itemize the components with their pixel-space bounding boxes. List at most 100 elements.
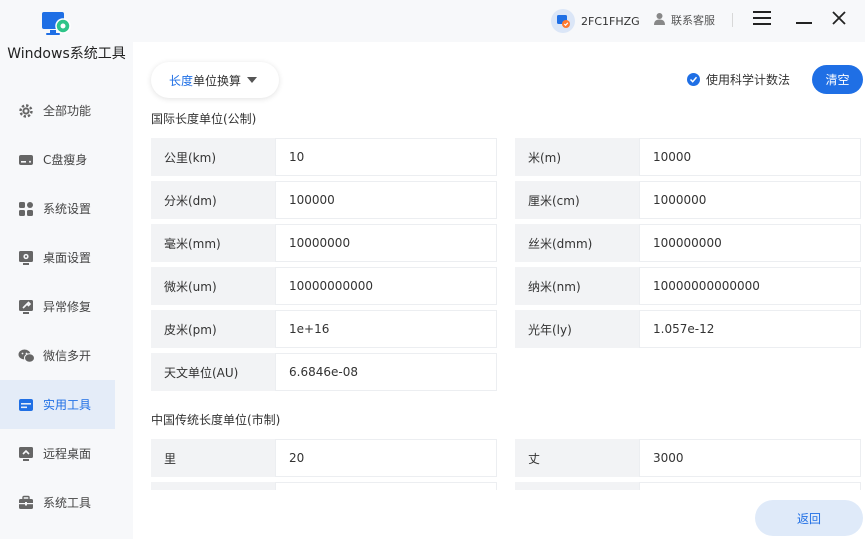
customer-service-icon (653, 12, 666, 28)
unit-label: 厘米(cm) (515, 181, 639, 219)
unit-cell: 里 20 (151, 439, 497, 477)
menu-icon (753, 11, 771, 29)
unit-value-input[interactable]: 10000000 (275, 224, 497, 262)
unit-label (515, 482, 639, 490)
unit-cell: 公里(km) 10 (151, 138, 497, 176)
support-label: 联系客服 (671, 14, 715, 27)
user-id: 2FC1FHZG (581, 14, 640, 28)
vip-user-icon (551, 9, 575, 33)
header-divider (732, 13, 733, 27)
sidebar-item-system-settings[interactable]: 系统设置 (0, 184, 133, 233)
app-title: Windows系统工具 (7, 46, 126, 62)
sidebar-item-all-features[interactable]: 全部功能 (0, 86, 133, 135)
main-panel: 长度 单位换算 使用科学计数法 清空 国际长度单位(公制) 公里(km) 10 … (133, 42, 865, 539)
menu-button[interactable] (751, 10, 773, 30)
sci-notation-checkbox[interactable]: 使用科学计数法 (687, 71, 790, 88)
unit-row-partial (151, 482, 865, 490)
grid-icon (17, 200, 35, 218)
back-button[interactable]: 返回 (755, 500, 863, 536)
unit-label: 纳米(nm) (515, 267, 639, 305)
unit-value-input[interactable]: 6.6846e-08 (275, 353, 497, 391)
sidebar-item-label: 微信多开 (43, 349, 92, 363)
sidebar-item-label: 异常修复 (43, 300, 92, 314)
desktop-gear-icon (17, 249, 35, 267)
unit-value-input[interactable]: 1e+16 (275, 310, 497, 348)
sidebar-item-label: 系统设置 (43, 202, 92, 216)
sidebar-item-label: 全部功能 (43, 104, 92, 118)
unit-cell: 光年(ly) 1.057e-12 (515, 310, 861, 348)
remote-desktop-icon (17, 445, 35, 463)
support-link[interactable]: 联系客服 (653, 12, 715, 28)
caret-down-icon (247, 77, 258, 83)
sidebar-item-error-repair[interactable]: 异常修复 (0, 282, 133, 331)
unit-row: 公里(km) 10 米(m) 10000 (151, 138, 865, 176)
unit-row: 毫米(mm) 10000000 丝米(dmm) 100000000 (151, 224, 865, 262)
unit-label: 天文单位(AU) (151, 353, 275, 391)
gear-icon (17, 102, 35, 120)
unit-label: 微米(um) (151, 267, 275, 305)
unit-label: 光年(ly) (515, 310, 639, 348)
unit-label: 公里(km) (151, 138, 275, 176)
metric-section-title: 国际长度单位(公制) (151, 112, 257, 126)
unit-cell: 纳米(nm) 10000000000000 (515, 267, 861, 305)
unit-cell: 厘米(cm) 1000000 (515, 181, 861, 219)
unit-row: 里 20 丈 3000 (151, 439, 865, 477)
close-icon (832, 11, 846, 29)
unit-row: 皮米(pm) 1e+16 光年(ly) 1.057e-12 (151, 310, 865, 348)
unit-label (151, 482, 275, 490)
unit-row: 分米(dm) 100000 厘米(cm) 1000000 (151, 181, 865, 219)
unit-cell: 丈 3000 (515, 439, 861, 477)
unit-value-input[interactable]: 100000000 (639, 224, 861, 262)
toolbox-icon (17, 494, 35, 512)
drive-icon (17, 151, 35, 169)
unit-label: 丝米(dmm) (515, 224, 639, 262)
unit-value-input[interactable] (639, 482, 861, 490)
unit-cell: 米(m) 10000 (515, 138, 861, 176)
unit-cell: 毫米(mm) 10000000 (151, 224, 497, 262)
unit-value-input[interactable]: 100000 (275, 181, 497, 219)
sidebar-item-wechat-multi[interactable]: 微信多开 (0, 331, 133, 380)
window-icon (17, 396, 35, 414)
unit-value-input[interactable]: 10000 (639, 138, 861, 176)
clear-button[interactable]: 清空 (812, 65, 863, 94)
unit-label: 毫米(mm) (151, 224, 275, 262)
sidebar-item-practical-tools[interactable]: 实用工具 (0, 380, 115, 429)
unit-value-input[interactable]: 10000000000 (275, 267, 497, 305)
sidebar-item-system-tools[interactable]: 系统工具 (0, 478, 133, 527)
sidebar-item-label: C盘瘦身 (43, 153, 88, 167)
unit-cell: 微米(um) 10000000000 (151, 267, 497, 305)
close-button[interactable] (828, 10, 850, 30)
unit-label: 里 (151, 439, 275, 477)
unit-value-input[interactable]: 20 (275, 439, 497, 477)
minimize-button[interactable] (793, 10, 815, 30)
sidebar-item-c-drive-cleanup[interactable]: C盘瘦身 (0, 135, 133, 184)
sidebar-item-label: 实用工具 (43, 398, 92, 412)
sci-notation-label: 使用科学计数法 (706, 73, 791, 87)
unit-label: 米(m) (515, 138, 639, 176)
unit-label: 丈 (515, 439, 639, 477)
unit-cell: 天文单位(AU) 6.6846e-08 (151, 353, 497, 391)
sidebar-item-remote-desktop[interactable]: 远程桌面 (0, 429, 133, 478)
title-bar: 2FC1FHZG 联系客服 (133, 0, 865, 42)
unit-row: 天文单位(AU) 6.6846e-08 (151, 353, 865, 391)
unit-cell: 皮米(pm) 1e+16 (151, 310, 497, 348)
sidebar-item-label: 桌面设置 (43, 251, 92, 265)
unit-cell: 丝米(dmm) 100000000 (515, 224, 861, 262)
user-badge[interactable]: 2FC1FHZG (551, 9, 640, 33)
sidebar-item-label: 远程桌面 (43, 447, 92, 461)
sidebar: Windows系统工具 全部功能 C盘瘦身 系统设置 桌面设置 异常修复 微信多… (0, 0, 133, 539)
unit-value-input[interactable]: 1.057e-12 (639, 310, 861, 348)
unit-cell (151, 482, 497, 490)
unit-value-input[interactable]: 3000 (639, 439, 861, 477)
unit-value-input[interactable]: 10 (275, 138, 497, 176)
unit-label: 皮米(pm) (151, 310, 275, 348)
sidebar-nav: 全部功能 C盘瘦身 系统设置 桌面设置 异常修复 微信多开 实用工具 远程桌面 … (0, 86, 133, 527)
unit-value-input[interactable]: 1000000 (639, 181, 861, 219)
unit-type-dropdown[interactable]: 长度 单位换算 (151, 62, 279, 98)
unit-value-input[interactable]: 10000000000000 (639, 267, 861, 305)
sidebar-item-desktop-settings[interactable]: 桌面设置 (0, 233, 133, 282)
sidebar-item-label: 系统工具 (43, 496, 92, 510)
app-logo (40, 10, 72, 40)
unit-row: 微米(um) 10000000000 纳米(nm) 10000000000000 (151, 267, 865, 305)
unit-value-input[interactable] (275, 482, 497, 490)
